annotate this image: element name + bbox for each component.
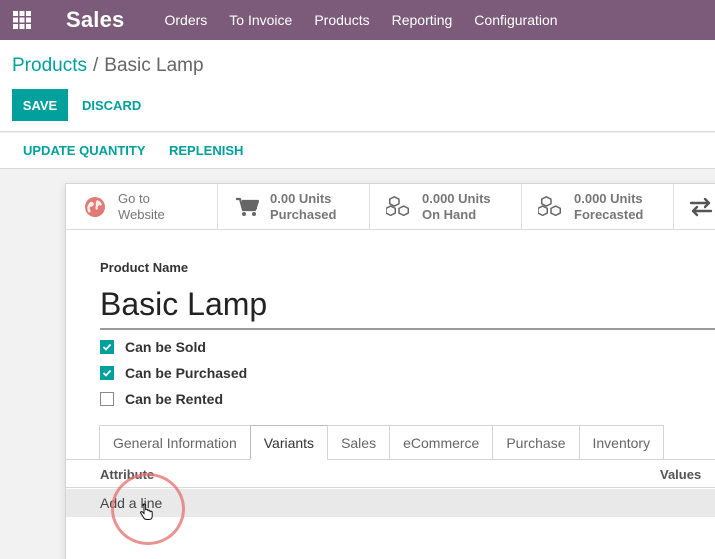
apps-menu-button[interactable]	[0, 0, 44, 40]
tab-ecommerce[interactable]: eCommerce	[389, 425, 494, 460]
app-title[interactable]: Sales	[66, 7, 125, 33]
smart-buttons-row: Go to Website 0.00 Units Purchased 0.000…	[66, 184, 715, 230]
breadcrumb-products-link[interactable]: Products	[12, 55, 87, 76]
can-be-rented-label[interactable]: Can be Rented	[125, 391, 223, 407]
purchased-units: 0.00 Units	[270, 191, 332, 206]
cart-icon	[234, 194, 260, 220]
can-be-purchased-label[interactable]: Can be Purchased	[125, 365, 247, 381]
hand-cursor-icon	[140, 503, 153, 520]
check-icon	[102, 369, 112, 377]
in-out-button[interactable]	[674, 184, 715, 230]
notebook-tabs: General Information Variants Sales eComm…	[99, 425, 665, 460]
check-icon	[102, 343, 112, 351]
purchased-label: Purchased	[270, 207, 337, 222]
grid-icon	[13, 11, 31, 29]
on-hand-label: On Hand	[422, 207, 477, 222]
forecasted-units: 0.000 Units	[574, 191, 643, 206]
forecasted-button[interactable]: 0.000 Units Forecasted	[522, 184, 674, 230]
product-name-label: Product Name	[100, 260, 189, 275]
cubes-icon	[386, 194, 412, 220]
globe-icon	[82, 194, 108, 220]
purchased-button[interactable]: 0.00 Units Purchased	[218, 184, 370, 230]
menu-to-invoice[interactable]: To Invoice	[229, 12, 292, 28]
can-be-sold-checkbox[interactable]	[100, 340, 114, 354]
update-quantity-button[interactable]: UPDATE QUANTITY	[23, 133, 146, 168]
tab-inventory[interactable]: Inventory	[578, 425, 665, 460]
tab-general-information[interactable]: General Information	[99, 425, 251, 460]
product-name-input[interactable]: Basic Lamp	[100, 284, 715, 330]
breadcrumb-separator: /	[92, 55, 99, 76]
tab-purchase[interactable]: Purchase	[492, 425, 580, 460]
save-button[interactable]: SAVE	[12, 89, 68, 121]
forecasted-label: Forecasted	[574, 207, 644, 222]
go-to-website-button[interactable]: Go to Website	[66, 184, 218, 230]
top-navbar: Sales Orders To Invoice Products Reporti…	[0, 0, 715, 40]
smart-website-line1: Go to	[118, 191, 150, 206]
cubes-icon	[538, 194, 564, 220]
can-be-purchased-checkbox[interactable]	[100, 366, 114, 380]
replenish-button[interactable]: REPLENISH	[169, 133, 243, 168]
control-panel: Products / Basic Lamp SAVE DISCARD	[0, 40, 715, 132]
exchange-icon	[688, 194, 714, 220]
menu-orders[interactable]: Orders	[165, 12, 208, 28]
discard-button[interactable]: DISCARD	[82, 89, 141, 121]
can-be-sold-label[interactable]: Can be Sold	[125, 339, 206, 355]
column-values[interactable]: Values	[660, 467, 701, 482]
on-hand-units: 0.000 Units	[422, 191, 491, 206]
can-be-sold-row[interactable]: Can be Sold	[100, 338, 206, 356]
tab-variants[interactable]: Variants	[249, 425, 329, 460]
menu-configuration[interactable]: Configuration	[474, 12, 557, 28]
menu-reporting[interactable]: Reporting	[392, 12, 453, 28]
can-be-rented-checkbox[interactable]	[100, 392, 114, 406]
on-hand-button[interactable]: 0.000 Units On Hand	[370, 184, 522, 230]
form-action-bar: UPDATE QUANTITY REPLENISH	[0, 133, 715, 169]
breadcrumb-current: Basic Lamp	[104, 55, 204, 76]
can-be-purchased-row[interactable]: Can be Purchased	[100, 364, 247, 382]
tab-sales[interactable]: Sales	[327, 425, 391, 460]
breadcrumb: Products / Basic Lamp	[12, 55, 204, 77]
menu-products[interactable]: Products	[314, 12, 369, 28]
smart-website-line2: Website	[118, 207, 165, 222]
can-be-rented-row[interactable]: Can be Rented	[100, 390, 223, 408]
